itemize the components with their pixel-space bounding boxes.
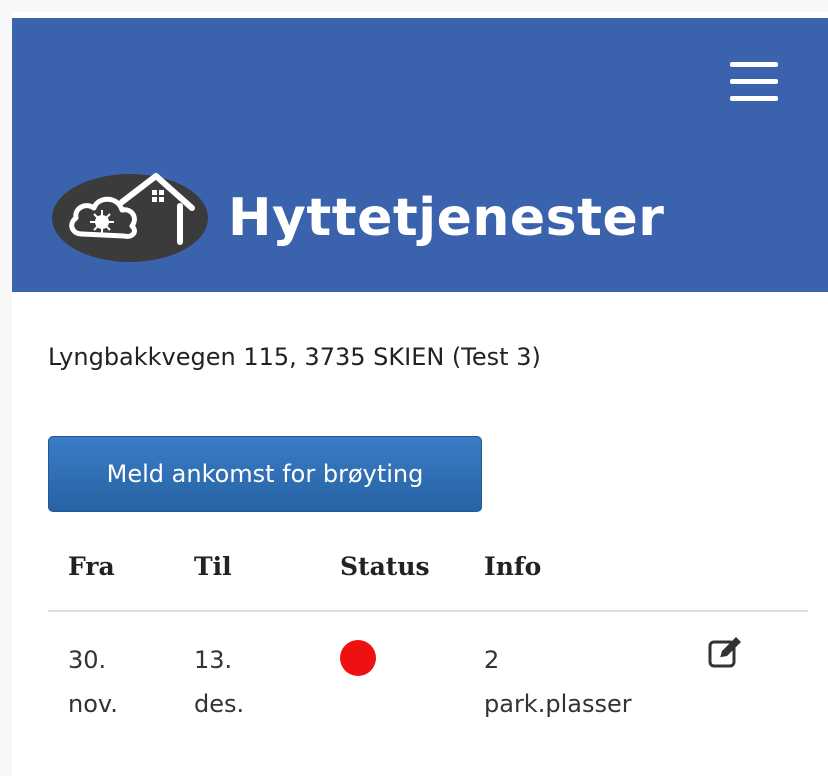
cell-info: 2 park.plasser xyxy=(484,638,632,726)
page: Hyttetjenester Lyngbakkvegen 115, 3735 S… xyxy=(12,12,828,776)
cloud-house-logo-icon xyxy=(52,173,208,262)
fra-month: nov. xyxy=(68,690,118,718)
column-header-til: Til xyxy=(194,552,232,581)
menu-bar xyxy=(730,62,778,67)
brand-name: Hyttetjenester xyxy=(228,188,665,248)
navbar: Hyttetjenester xyxy=(12,18,828,292)
column-header-fra: Fra xyxy=(68,552,115,581)
info-count: 2 xyxy=(484,646,500,674)
edit-button[interactable] xyxy=(708,636,742,670)
til-day: 13. xyxy=(194,646,233,674)
fra-day: 30. xyxy=(68,646,107,674)
status-indicator xyxy=(340,640,376,676)
til-month: des. xyxy=(194,690,245,718)
column-header-status: Status xyxy=(340,552,430,581)
report-arrival-button[interactable]: Meld ankomst for brøyting xyxy=(48,436,482,512)
cell-til: 13. des. xyxy=(194,638,244,726)
header-divider xyxy=(48,610,808,612)
info-text: park.plasser xyxy=(484,690,632,718)
hamburger-menu-button[interactable] xyxy=(730,62,778,102)
cell-fra: 30. nov. xyxy=(68,638,118,726)
edit-icon xyxy=(708,637,741,668)
brand-logo-link[interactable]: Hyttetjenester xyxy=(52,168,692,264)
menu-bar xyxy=(730,79,778,84)
property-address: Lyngbakkvegen 115, 3735 SKIEN (Test 3) xyxy=(48,343,541,371)
menu-bar xyxy=(730,96,778,101)
column-header-info: Info xyxy=(484,552,542,581)
